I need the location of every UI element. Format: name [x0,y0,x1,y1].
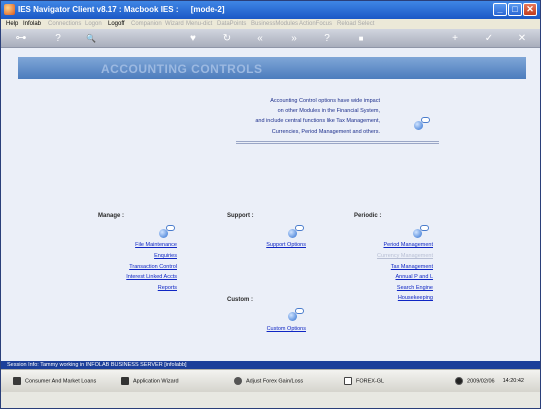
close-window-button[interactable]: ✕ [523,3,537,16]
menu-help[interactable]: Help [6,19,18,29]
manage-heading: Manage : [98,213,125,219]
minimize-button[interactable]: _ [493,3,507,16]
back-icon[interactable]: « [252,32,268,45]
help-bubble-icon[interactable] [414,117,430,130]
link-file-maintenance[interactable]: File Maintenance [135,242,177,248]
window-title: IES Navigator Client v8.17 : Macbook IES… [18,5,225,14]
wizard-icon [121,377,129,385]
window-mode: [mode-2] [190,5,225,14]
link-transaction-control[interactable]: Transaction Control [129,264,177,270]
window-footer [1,392,540,408]
link-search-engine[interactable]: Search Engine [397,285,433,291]
divider [236,141,439,142]
link-annual-p-and-l[interactable]: Annual P and L [395,274,433,280]
menu-logoff[interactable]: Logoff [108,19,125,29]
help-icon[interactable]: ? [50,32,66,45]
document-icon [13,377,21,385]
description-line-3: and include central functions like Tax M… [255,118,380,124]
toolbar: ⊶ ? 🔍 ♥ ↻ « » ? ■ + ✓ ✕ [1,29,540,48]
description-line-2: on other Modules in the Financial System… [277,108,380,114]
menu-reload-select[interactable]: Reload Select [337,19,374,29]
periodic-heading: Periodic : [354,213,382,219]
maximize-button[interactable]: □ [508,3,522,16]
main-content: ACCOUNTING CONTROLS Accounting Control o… [1,48,540,361]
menu-connections[interactable]: Connections [48,19,81,29]
clock-icon [455,377,464,385]
stop-icon[interactable]: ■ [353,32,369,45]
task-label: Application Wizard [133,378,179,385]
task-label: Consumer And Market Loans [25,378,97,385]
periodic-help-icon[interactable] [413,225,429,238]
menu-companion[interactable]: Companion [131,19,162,29]
task-consumer-market-loans[interactable]: Consumer And Market Loans [13,377,96,385]
app-window: IES Navigator Client v8.17 : Macbook IES… [0,0,541,409]
link-custom-options[interactable]: Custom Options [267,326,306,332]
link-enquiries[interactable]: Enquiries [154,253,177,259]
task-label: FOREX-GL [356,378,385,385]
menu-logon[interactable]: Logon [85,19,102,29]
folder-icon [344,377,352,385]
support-help-icon[interactable] [288,225,304,238]
manage-help-icon[interactable] [159,225,175,238]
link-period-management[interactable]: Period Management [383,242,433,248]
menu-menu-dict[interactable]: Menu-dict [186,19,212,29]
forex-icon [234,377,242,385]
window-title-text: IES Navigator Client v8.17 : Macbook IES… [18,5,179,14]
heart-icon[interactable]: ♥ [185,32,201,45]
support-heading: Support : [227,213,254,219]
link-support-options[interactable]: Support Options [266,242,306,248]
app-logo-icon [4,4,15,15]
custom-heading: Custom : [227,297,253,303]
task-adjust-forex[interactable]: Adjust Forex Gain/Loss [234,377,303,385]
forward-icon[interactable]: » [286,32,302,45]
check-icon[interactable]: ✓ [481,32,497,45]
info-icon[interactable]: ? [319,32,335,45]
menu-infolab[interactable]: Infolab [23,19,41,29]
divider [236,143,439,144]
clock-date: 2009/02/06 [467,378,495,385]
title-bar: IES Navigator Client v8.17 : Macbook IES… [1,1,540,19]
menu-business-modules[interactable]: BusinessModules [251,19,298,29]
task-bar: Consumer And Market Loans Application Wi… [1,369,540,392]
task-forex-gl[interactable]: FOREX-GL [344,377,384,385]
menu-action-focus[interactable]: ActionFocus [299,19,332,29]
description-line-1: Accounting Control options have wide imp… [270,98,380,104]
search-icon[interactable]: 🔍 [83,32,99,45]
menu-wizard[interactable]: Wizard [165,19,184,29]
add-icon[interactable]: + [447,32,463,45]
clock-time: 14:20:42 [502,378,524,385]
link-interest-linked-accts[interactable]: Interest Linked Accts [126,274,177,280]
link-housekeeping[interactable]: Housekeeping [398,295,433,301]
clock: 2009/02/06 14:20:42 [455,377,524,385]
link-currency-management: Currency Management [377,253,433,259]
task-application-wizard[interactable]: Application Wizard [121,377,179,385]
page-banner: ACCOUNTING CONTROLS [18,57,526,79]
close-icon[interactable]: ✕ [514,32,530,45]
link-tax-management[interactable]: Tax Management [391,264,433,270]
link-reports[interactable]: Reports [158,285,177,291]
task-label: Adjust Forex Gain/Loss [246,378,304,385]
key-icon[interactable]: ⊶ [7,32,35,45]
menu-datapoints[interactable]: DataPoints [217,19,246,29]
page-title: ACCOUNTING CONTROLS [101,62,263,76]
description-line-4: Currencies, Period Management and others… [271,129,380,135]
session-status-bar: Session Info: Tammy working in INFOLAB B… [1,361,540,369]
custom-help-icon[interactable] [288,308,304,321]
menu-bar: Help Infolab Connections Logon Logoff Co… [1,19,540,29]
refresh-icon[interactable]: ↻ [219,32,235,45]
